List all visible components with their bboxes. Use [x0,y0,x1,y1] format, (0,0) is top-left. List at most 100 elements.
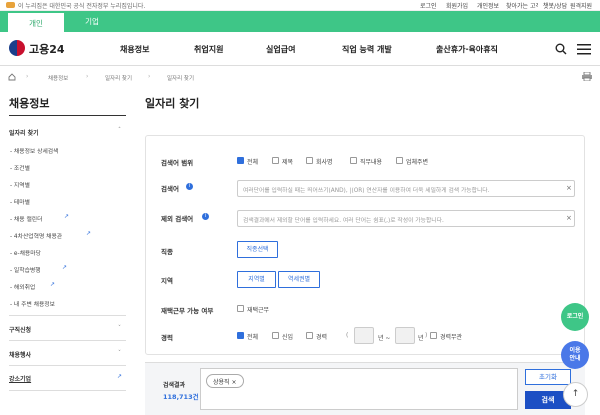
career-year-unit: 년 [418,335,424,342]
sidebar-item-overseas[interactable]: - 해외취업 [10,282,35,291]
breadcrumb-separator-icon: › [86,73,89,80]
sidebar-item-theme[interactable]: - 테마별 [10,197,30,206]
breadcrumb-separator-icon: › [148,73,151,80]
keyword-label: 검색어 [161,185,179,193]
reset-button[interactable]: 초기화 [525,369,571,385]
menu-icon[interactable] [577,44,591,55]
remote-work-label: 재택근무 가능 여부 [161,307,214,315]
sidebar-item-work-study[interactable]: - 일학습병행 [10,265,41,274]
result-count: 118,713건 [163,393,199,401]
help-center-link[interactable]: 찾아가는 고객센터 [506,1,538,10]
sidebar-item-nearby[interactable]: - 내 주변 채용정보 [10,299,55,308]
scope-nearby-checkbox[interactable] [396,157,403,164]
sidebar-divider [9,315,126,316]
sidebar-section-strong-smb[interactable]: 강소기업 [9,374,31,383]
job-category-label: 직종 [161,248,173,256]
chevron-up-icon[interactable]: ˆ [118,127,121,134]
page-title: 일자리 찾기 [145,97,200,110]
gov-notice: 이 누리집은 대한민국 공식 전자정부 누리집입니다. [18,3,146,10]
clear-icon[interactable]: × [566,214,572,222]
paren-close: ) [425,332,428,339]
clear-icon[interactable]: × [566,184,572,192]
selected-filters-box [200,368,518,410]
search-scope-label: 검색어 범위 [161,159,194,167]
sidebar-section-events[interactable]: 채용행사 [9,350,31,359]
career-all-label: 전체 [247,334,259,341]
result-label: 검색결과 [163,382,186,389]
keyword-input[interactable]: 여러단어를 입력하실 때는 띄어쓰기(AND), |(OR) 연산자를 이용하여… [237,180,575,197]
floating-guide-button[interactable]: 이용 안내 [561,341,589,369]
chevron-down-icon[interactable]: ˇ [118,350,121,357]
signup-link[interactable]: 회원가입 [446,1,468,10]
chat-link[interactable]: 챗봇/상담 [543,1,567,10]
breadcrumb-item: 일자리 찾기 [167,76,195,82]
remote-work-checkbox[interactable] [237,305,244,312]
career-exp-label: 경력 [316,334,328,341]
career-range-separator: 년 ~ [378,335,391,342]
scope-company-checkbox[interactable] [306,157,313,164]
sidebar-item-region[interactable]: - 지역별 [10,180,30,189]
scope-title-checkbox[interactable] [272,157,279,164]
scope-all-checkbox[interactable] [237,157,244,164]
exclude-keyword-label: 제외 검색어 [161,215,194,223]
nav-job-support[interactable]: 취업지원 [194,44,223,55]
career-new-checkbox[interactable] [272,332,279,339]
sidebar-title: 채용정보 [9,97,50,110]
nav-parental-leave[interactable]: 출산휴가·육아휴직 [436,44,498,55]
sidebar-section-job-apply[interactable]: 구직신청 [9,325,31,334]
scroll-top-icon[interactable]: ↑ [563,382,588,407]
nav-training[interactable]: 직업 능력 개발 [342,44,392,55]
sidebar-section-job-search[interactable]: 일자리 찾기 [9,128,39,137]
search-filter-panel [145,135,585,355]
nav-unemployment[interactable]: 실업급여 [266,44,295,55]
career-label: 경력 [161,334,173,342]
scope-duty-checkbox[interactable] [350,157,357,164]
home-icon[interactable] [8,73,16,81]
career-any-checkbox[interactable] [430,332,437,339]
paren-open: ( [346,332,349,339]
user-type-tabs: 개인 기업 [0,11,600,32]
career-new-label: 신입 [282,334,294,341]
exclude-keyword-input[interactable]: 검색결과에서 제외할 단어를 입력하세요. 여러 단어는 쉼표(,)로 작성이 … [237,210,575,227]
info-icon[interactable]: i [202,213,209,220]
career-exp-checkbox[interactable] [306,332,313,339]
breadcrumb-item[interactable]: 채용정보 [48,74,68,82]
nav-recruit[interactable]: 채용정보 [120,44,149,55]
info-icon[interactable]: i [186,183,193,190]
sidebar-divider [9,115,126,116]
breadcrumb-item[interactable]: 일자리 찾기 [105,74,132,82]
external-link-icon: ↗ [86,230,92,237]
privacy-link[interactable]: 개인정보 [477,1,499,10]
print-icon[interactable] [582,72,592,81]
remote-work-option-label: 재택근무 [247,307,270,314]
external-link-icon: ↗ [62,264,68,271]
scope-duty-label: 직무내용 [360,159,383,166]
external-link-icon: ↗ [50,281,56,288]
scope-all-label: 전체 [247,159,259,166]
job-select-button[interactable]: 직종선택 [237,241,278,258]
logo-icon[interactable] [9,40,25,56]
station-area-button[interactable]: 역세권별 [278,271,320,288]
login-link[interactable]: 로그인 [420,1,437,10]
filter-chip[interactable]: 상용직 × [206,374,244,388]
career-max-input[interactable] [395,327,415,344]
career-min-input[interactable] [354,327,374,344]
tab-company[interactable]: 기업 [64,11,120,32]
sidebar-item-calendar[interactable]: - 채용 캘린더 [10,214,42,223]
region-button[interactable]: 지역별 [237,271,276,288]
sidebar-item-e-recruit[interactable]: - e-채용마당 [10,248,41,257]
gov-emblem-icon [6,2,15,8]
floating-login-button[interactable]: 로그인 [561,303,589,331]
tab-personal[interactable]: 개인 [8,11,64,32]
scope-title-label: 제목 [282,159,294,166]
sidebar-item-4th-industry[interactable]: - 4차산업혁명 채용관 [10,231,62,240]
chevron-down-icon[interactable]: ˇ [118,325,121,332]
sidebar-divider [9,365,126,366]
site-logo[interactable]: 고용24 [29,41,65,57]
remote-support-link[interactable]: 원격지원 [570,1,600,10]
sidebar-item-conditions[interactable]: - 조건별 [10,163,30,172]
search-icon[interactable] [555,43,567,55]
sidebar-item-detail-search[interactable]: - 채용정보 상세검색 [10,146,58,155]
site-header [0,32,600,66]
career-all-checkbox[interactable] [237,332,244,339]
